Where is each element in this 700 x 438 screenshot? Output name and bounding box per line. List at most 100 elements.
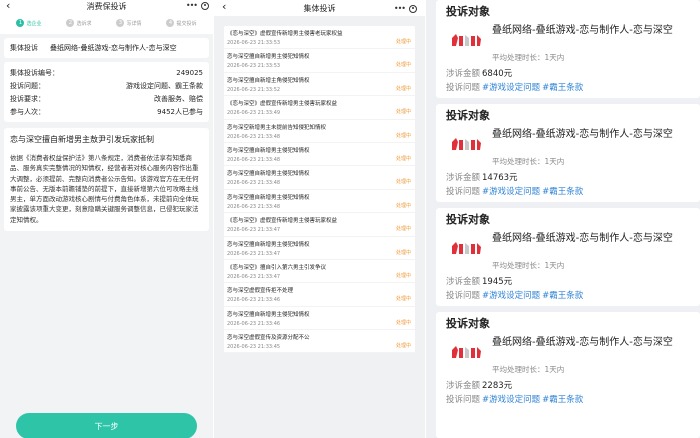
- target-name: 叠纸网络-叠纸游戏-恋与制作人-恋与深空: [492, 337, 673, 348]
- issue-row: 投诉问题 #游戏设定问题 #霸王条款: [446, 393, 583, 405]
- list-item[interactable]: 恋与深空虚假宣传及资源分配不公 2026-06-23 21:33:45 处理中: [224, 330, 415, 354]
- complaint-date: 2026-06-23 21:33:48: [227, 156, 281, 163]
- complaint-date: 2026-06-23 21:33:53: [227, 63, 281, 70]
- company-logo-icon: [451, 138, 481, 150]
- complaint-date: 2026-06-23 21:33:48: [227, 133, 281, 140]
- amount-label: 涉诉金额: [446, 173, 481, 183]
- step-progress: 1 选企业 2 选诉求 3 写详情 4 提交投诉: [0, 12, 213, 34]
- complaint-target-card[interactable]: 投诉对象 叠纸网络-叠纸游戏-恋与制作人-恋与深空 平均处理时长：1天内 涉诉金额 22…: [436, 312, 700, 438]
- status-badge: 处理中: [395, 202, 411, 209]
- complaint-title: 恋与深空虚假宣传拒不处理: [227, 288, 294, 295]
- target-name: 叠纸网络-叠纸游戏-恋与制作人-恋与深空: [492, 129, 673, 140]
- step-3: 3 写详情: [116, 19, 142, 27]
- page-title: 消费保投诉: [86, 1, 127, 11]
- list-item[interactable]: 恋与深空擅自新增男主侵犯知情权 2026-06-23 21:33:53 处理中: [224, 49, 415, 73]
- list-item[interactable]: 《恋与深空》虚假宣传新增男主侵害玩家权益 2026-06-23 21:33:49 处…: [224, 96, 415, 120]
- page-title: 集体投诉: [303, 3, 336, 13]
- capsule-menu[interactable]: •••: [186, 1, 209, 10]
- avg-handle-time: 平均处理时长：1天内: [492, 157, 565, 166]
- list-item[interactable]: 恋与深空擅自新增男主侵犯知情权 2026-06-23 21:33:48 处理中: [224, 190, 415, 214]
- info-row: 参与人次： 9452人已参与: [10, 105, 203, 118]
- status-badge: 处理中: [395, 155, 411, 162]
- complaint-target-card[interactable]: 投诉对象 叠纸网络-叠纸游戏-恋与制作人-恋与深空 平均处理时长：1天内 涉诉金额 14…: [436, 104, 700, 202]
- group-target-name: 叠纸网络-叠纸游戏-恋与制作人-恋与深空: [50, 44, 177, 52]
- list-item[interactable]: 恋与深空擅自新增男主侵犯知情权 2026-06-23 21:33:48 处理中: [224, 166, 415, 190]
- complaint-date: 2026-06-23 21:33:53: [227, 40, 281, 46]
- issue-tag[interactable]: #霸王条款: [542, 395, 583, 405]
- nav-bar: ‹ 消费保投诉 •••: [0, 0, 213, 12]
- issue-tag[interactable]: #霸王条款: [542, 187, 583, 197]
- amount-value: 6840元: [482, 69, 513, 79]
- group-target-card[interactable]: 集体投诉 叠纸网络-叠纸游戏-恋与制作人-恋与深空: [4, 38, 209, 58]
- issue-label: 投诉问题: [446, 395, 481, 405]
- back-arrow-icon[interactable]: ‹: [222, 0, 226, 13]
- issue-label: 投诉问题: [446, 187, 481, 197]
- issue-tag[interactable]: #游戏设定问题: [482, 83, 540, 93]
- close-target-icon[interactable]: [409, 4, 417, 13]
- complaint-date: 2026-06-23 21:33:46: [227, 320, 281, 327]
- issue-tag[interactable]: #游戏设定问题: [482, 187, 540, 197]
- card-heading: 投诉对象: [446, 5, 490, 18]
- complaint-title: 恋与深空虚假宣传及资源分配不公: [227, 335, 310, 342]
- info-key: 参与人次：: [10, 107, 45, 116]
- step-number: 4: [166, 19, 175, 27]
- status-badge: 处理中: [395, 179, 411, 186]
- issue-tag[interactable]: #游戏设定问题: [482, 291, 540, 301]
- info-value: 改善服务、赔偿: [154, 94, 203, 103]
- company-logo-icon: [451, 242, 481, 254]
- list-item[interactable]: 恋与深空虚假宣传拒不处理 2026-06-23 21:33:46 处理中: [224, 283, 415, 307]
- issue-tag[interactable]: #游戏设定问题: [482, 395, 540, 405]
- issue-row: 投诉问题 #游戏设定问题 #霸王条款: [446, 185, 583, 197]
- info-key: 投诉要求：: [10, 94, 45, 103]
- info-row: 投诉问题： 游戏设定问题、霸王条款: [10, 79, 203, 92]
- list-item[interactable]: 恋与深空擅自新增男主侵犯知情权 2026-06-23 21:33:48 处理中: [224, 143, 415, 167]
- amount-label: 涉诉金额: [446, 69, 481, 79]
- more-dots-icon[interactable]: •••: [394, 4, 406, 13]
- step-number: 3: [116, 19, 125, 27]
- issue-label: 投诉问题: [446, 291, 481, 301]
- more-dots-icon[interactable]: •••: [186, 1, 198, 10]
- complaint-form-panel: ‹ 消费保投诉 ••• 1 选企业 2 选诉求 3 写详情 4 提交投诉 集体投…: [0, 0, 213, 438]
- status-badge: 处理中: [395, 272, 411, 279]
- status-badge: 处理中: [395, 319, 411, 326]
- close-target-icon[interactable]: [201, 1, 209, 10]
- amount-value: 1945元: [482, 277, 513, 287]
- card-heading: 投诉对象: [446, 109, 490, 122]
- complaint-target-card[interactable]: 投诉对象 叠纸网络-叠纸游戏-恋与制作人-恋与深空 平均处理时长：1天内 涉诉金额 68…: [436, 0, 700, 98]
- amount-row: 涉诉金额 1945元: [446, 275, 512, 287]
- complaint-date: 2026-06-23 21:33:48: [227, 203, 281, 210]
- capsule-menu[interactable]: •••: [394, 4, 417, 13]
- status-badge: 处理中: [395, 296, 411, 303]
- back-arrow-icon[interactable]: ‹: [6, 0, 10, 12]
- complaint-date: 2026-06-23 21:33:52: [227, 86, 281, 93]
- amount-label: 涉诉金额: [446, 381, 481, 391]
- complaint-target-panel: 投诉对象 叠纸网络-叠纸游戏-恋与制作人-恋与深空 平均处理时长：1天内 涉诉金额 68…: [426, 0, 700, 438]
- article-body: 依据《消费者权益保护法》第八条规定，消费者依法享有知悉商品、服务真实完整情况的知…: [10, 154, 199, 224]
- list-item[interactable]: 恋与深空擅自新增主角侵犯知情权 2026-06-23 21:33:52 处理中: [224, 73, 415, 97]
- complaint-title: 《恋与深空》虚假宣传新增男主侵害玩家权益: [227, 218, 338, 225]
- complaint-date: 2026-06-23 21:33:49: [227, 110, 281, 117]
- info-value: 9452人已参与: [157, 107, 203, 116]
- info-key: 投诉问题：: [10, 81, 45, 90]
- amount-row: 涉诉金额 2283元: [446, 379, 512, 391]
- info-value: 游戏设定问题、霸王条款: [126, 81, 203, 90]
- article-title: 恋与深空擅自新增男主敖尹引发玩家抵制: [10, 135, 154, 144]
- status-badge: 处理中: [395, 85, 411, 92]
- list-item[interactable]: 恋与深空新增男主未提前告知侵犯知情权 2026-06-23 21:33:48 处理中: [224, 120, 415, 143]
- company-logo-icon: [451, 34, 481, 46]
- complaint-date: 2026-06-23 21:33:46: [227, 297, 281, 304]
- complaint-target-card[interactable]: 投诉对象 叠纸网络-叠纸游戏-恋与制作人-恋与深空 平均处理时长：1天内 涉诉金额 19…: [436, 208, 700, 306]
- list-item[interactable]: 《恋与深空》虚假宣传新增男主侵害玩家权益 2026-06-23 21:33:47 处…: [224, 213, 415, 237]
- list-item[interactable]: 恋与深空擅自新增男主侵犯知情权 2026-06-23 21:33:46 处理中: [224, 307, 415, 331]
- amount-value: 2283元: [482, 381, 513, 391]
- next-button[interactable]: 下一步: [16, 413, 197, 438]
- group-label: 集体投诉: [10, 44, 38, 52]
- list-item[interactable]: 《恋与深空》虚假宣传新增男主侵害老玩家权益 2026-06-23 21:33:53…: [224, 26, 415, 50]
- info-row: 集体投诉编号： 249025: [10, 66, 203, 79]
- status-badge: 处理中: [395, 109, 411, 116]
- issue-tag[interactable]: #霸王条款: [542, 291, 583, 301]
- issue-tag[interactable]: #霸王条款: [542, 83, 583, 93]
- list-item[interactable]: 恋与深空擅自新增男主侵犯知情权 2026-06-23 21:33:47 处理中: [224, 237, 415, 260]
- list-item[interactable]: 《恋与深空》擅自引入第六男主引发争议 2026-06-23 21:33:47 处理中: [224, 260, 415, 284]
- info-row: 投诉要求： 改善服务、赔偿: [10, 92, 203, 105]
